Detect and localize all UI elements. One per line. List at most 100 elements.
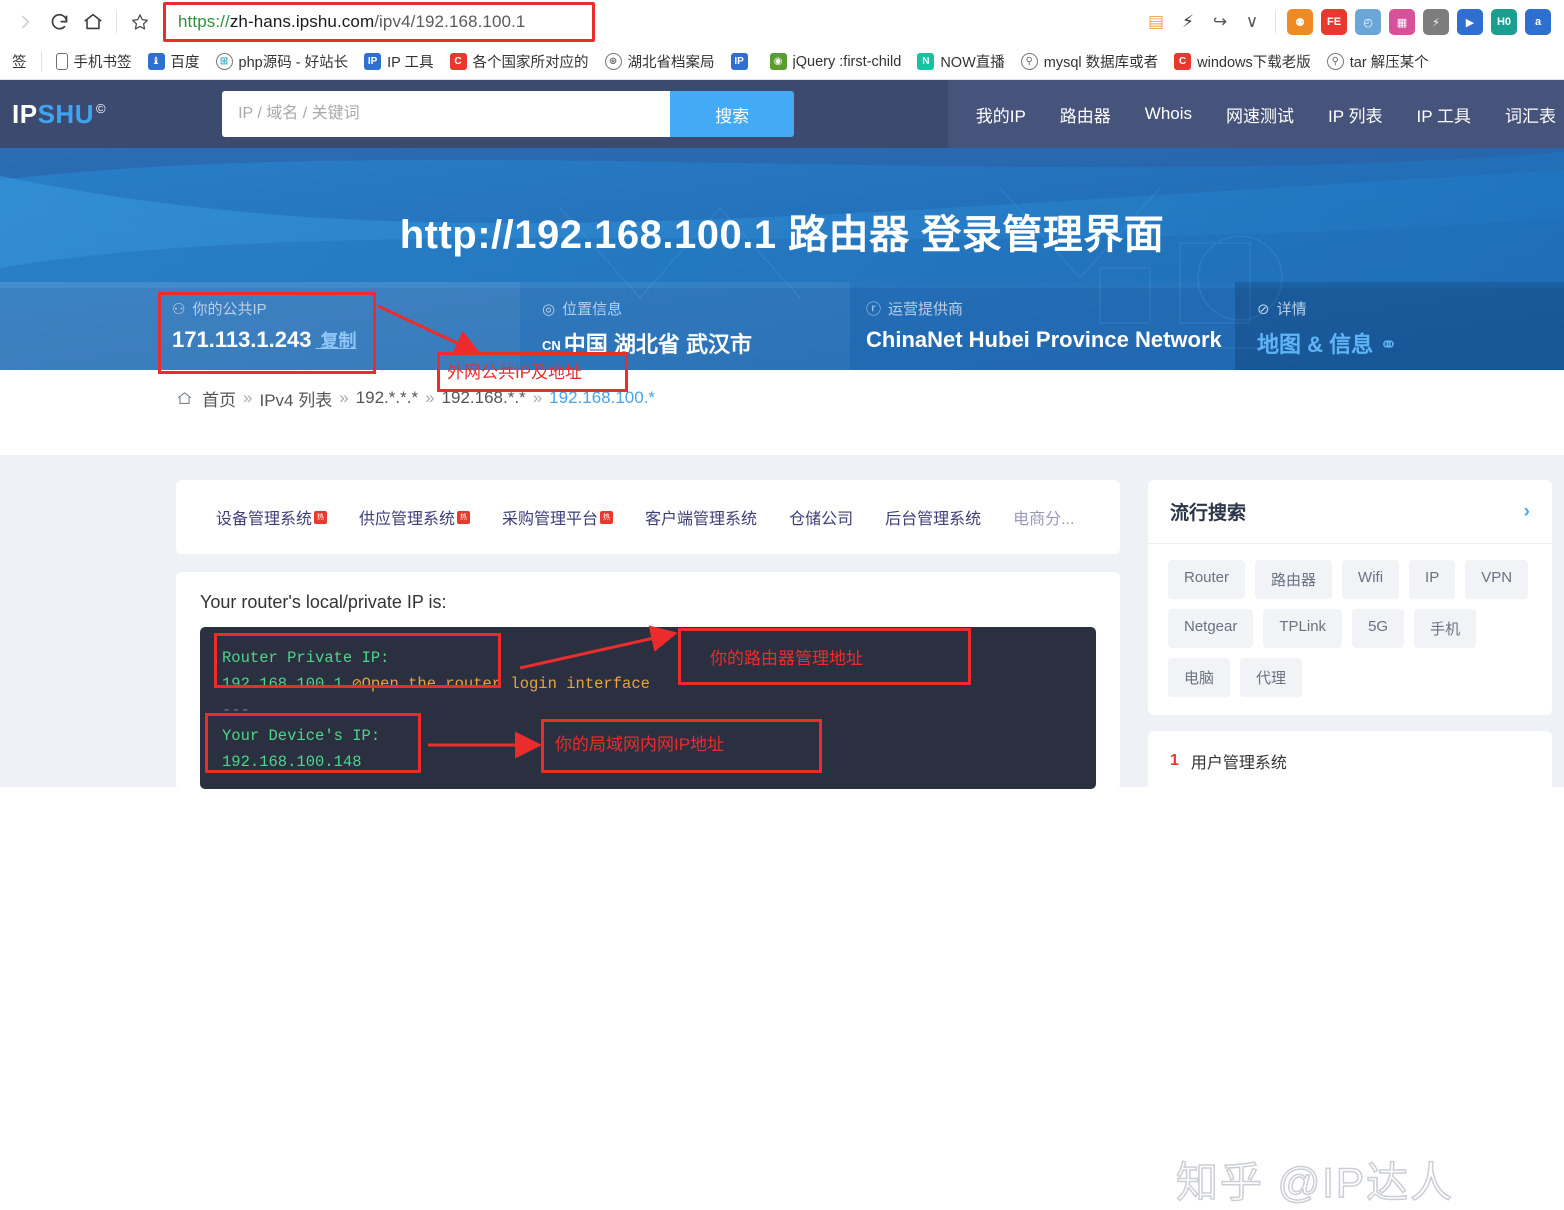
bookmark-label: 湖北省档案局 <box>627 55 715 71</box>
bookmark-item[interactable]: ⊕ 湖北省档案局 <box>597 48 723 75</box>
lightning-icon[interactable]: ⚡ <box>1173 7 1203 37</box>
nav-item-4[interactable]: 网速测试 <box>1226 102 1294 127</box>
bookmark-item[interactable]: IP <box>723 50 762 73</box>
chevron-right-icon[interactable]: › <box>1524 501 1530 523</box>
popular-tag-11[interactable]: 代理 <box>1240 658 1303 697</box>
popular-tag-10[interactable]: 电脑 <box>1168 658 1231 697</box>
jquery-icon: ◉ <box>769 53 787 70</box>
breadcrumb-home-icon[interactable] <box>176 390 193 407</box>
bookmark-item[interactable]: C 各个国家所对应的 <box>442 48 597 75</box>
info-value[interactable]: 地图 & 信息 ⚭ <box>1257 327 1564 359</box>
bookmark-label: mysql 数据库或者 <box>1043 55 1159 71</box>
bookmark-label: 签 <box>12 55 27 71</box>
globe-icon: ⊞ <box>215 53 233 70</box>
bookmark-item[interactable]: ⊞ php源码 - 好站长 <box>208 48 357 75</box>
logo-part-1: IP <box>12 98 38 129</box>
nav-item-3[interactable]: Whois <box>1145 104 1192 124</box>
nav-item-1[interactable]: 我的IP <box>976 102 1026 127</box>
info-caption-row: ⚇ 你的公共IP <box>172 298 520 319</box>
popular-tag-2[interactable]: 路由器 <box>1255 560 1333 599</box>
url-host: zh-hans.ipshu.com <box>229 12 375 31</box>
html-extension-icon[interactable]: H0 <box>1491 9 1517 35</box>
info-value: 171.113.1.243 复制 <box>172 327 357 352</box>
tab-5[interactable]: 仓储公司 <box>773 505 869 529</box>
isp-icon: ⓡ <box>866 301 882 318</box>
chevron-down-icon[interactable]: ∨ <box>1237 7 1267 37</box>
search-icon: ⚲ <box>1020 53 1038 70</box>
reading-list-icon[interactable]: ▤ <box>1141 7 1171 37</box>
popular-tag-8[interactable]: 5G <box>1352 609 1405 648</box>
hot-badge-icon: 热 <box>600 510 614 524</box>
breadcrumb-item-5[interactable]: 192.168.100.* <box>549 388 655 408</box>
ip-icon: IP <box>730 53 748 70</box>
logo-part-2: SHU <box>37 98 94 129</box>
color-palette-extension-icon[interactable]: ▦ <box>1389 9 1415 35</box>
location-icon: ◎ <box>542 300 556 318</box>
speedtest-extension-icon[interactable]: ◴ <box>1355 9 1381 35</box>
bookmark-item[interactable]: IP IP 工具 <box>356 48 441 75</box>
nav-item-7[interactable]: 词汇表 <box>1505 102 1564 127</box>
tab-6[interactable]: 后台管理系统 <box>869 505 997 529</box>
nav-item-6[interactable]: IP 工具 <box>1417 102 1471 127</box>
copy-button[interactable]: 复制 <box>315 331 356 351</box>
bookmark-star-icon[interactable] <box>123 5 157 39</box>
bookmark-label: 手机书签 <box>73 55 132 71</box>
tab-label: 供应管理系统 <box>359 511 456 528</box>
bookmark-item[interactable]: 手机书签 <box>48 48 140 75</box>
breadcrumb-item-3[interactable]: 192.*.*.* <box>356 388 418 408</box>
bookmark-item[interactable]: ⚲ mysql 数据库或者 <box>1013 48 1166 75</box>
bookmark-item[interactable]: ⚲ tar 解压某个 <box>1319 48 1437 75</box>
fe-extension-icon[interactable]: FE <box>1321 9 1347 35</box>
search-button[interactable]: 搜索 <box>670 91 795 137</box>
nav-item-5[interactable]: IP 列表 <box>1328 102 1382 127</box>
ranking-item-1[interactable]: 1 用户管理系统 <box>1170 749 1530 773</box>
popular-tag-3[interactable]: Wifi <box>1342 560 1400 599</box>
flash-extension-icon[interactable]: ⚡ <box>1423 9 1449 35</box>
router-ip-card: Your router's local/private IP is: Route… <box>176 572 1120 789</box>
popular-tag-5[interactable]: VPN <box>1465 560 1529 599</box>
nav-item-2[interactable]: 路由器 <box>1060 102 1111 127</box>
popular-tag-9[interactable]: 手机 <box>1414 609 1477 648</box>
tab-3[interactable]: 采购管理平台热 <box>486 505 629 529</box>
share-icon[interactable]: ↪ <box>1205 7 1235 37</box>
forward-extension-icon[interactable]: ▶ <box>1457 9 1483 35</box>
toolbar-extensions: ▤ ⚡ ↪ ∨ ⚉ FE ◴ ▦ ⚡ ▶ H0 a <box>1141 7 1556 37</box>
public-ip-note: 外网公共IP及地址 <box>447 363 583 382</box>
tab-7[interactable]: 电商分... <box>997 505 1090 529</box>
home-button[interactable] <box>76 5 110 39</box>
terminal-block: Router Private IP: 192.168.100.1 ⊘Open t… <box>200 627 1096 789</box>
bookmark-item[interactable]: N NOW直播 <box>909 48 1012 75</box>
info-segment-1: ⚇ 你的公共IP 171.113.1.243 复制 <box>0 282 520 370</box>
address-bar[interactable]: https://zh-hans.ipshu.com/ipv4/192.168.1… <box>163 2 595 42</box>
popular-tag-7[interactable]: TPLink <box>1263 609 1343 648</box>
tab-2[interactable]: 供应管理系统热 <box>343 505 486 529</box>
c-icon: C <box>449 53 467 70</box>
link-icon[interactable]: ⚭ <box>1373 332 1397 357</box>
game-extension-icon[interactable]: ⚉ <box>1287 9 1313 35</box>
bookmark-item[interactable]: ♝ 百度 <box>140 48 208 75</box>
amazon-extension-icon[interactable]: a <box>1525 9 1551 35</box>
hot-badge-icon: 热 <box>457 510 471 524</box>
bookmark-item[interactable]: Cwindows下载老版 <box>1166 48 1319 75</box>
tab-label: 采购管理平台 <box>502 511 599 528</box>
search-input[interactable] <box>222 91 671 137</box>
bookmark-item[interactable]: 签 <box>4 48 35 75</box>
popular-tag-6[interactable]: Netgear <box>1168 609 1254 648</box>
tab-4[interactable]: 客户端管理系统 <box>629 505 773 529</box>
popular-tag-1[interactable]: Router <box>1168 560 1246 599</box>
country-code: CN <box>542 338 561 353</box>
ranking-card: 1 用户管理系统 <box>1148 731 1552 791</box>
ranking-label: 用户管理系统 <box>1190 755 1287 772</box>
breadcrumb-item-2[interactable]: IPv4 列表 <box>259 386 332 411</box>
reload-button[interactable] <box>42 5 76 39</box>
breadcrumb-item-4[interactable]: 192.168.*.* <box>442 388 526 408</box>
router-login-link[interactable]: Open the router login interface <box>362 675 650 693</box>
terminal-divider: --- <box>222 701 250 719</box>
bookmark-item[interactable]: ◉ jQuery :first-child <box>762 50 910 73</box>
popular-tag-4[interactable]: IP <box>1409 560 1456 599</box>
breadcrumb-item-1[interactable]: 首页 <box>202 386 236 411</box>
site-logo[interactable]: IPSHU © <box>12 99 106 130</box>
tab-1[interactable]: 设备管理系统热 <box>200 505 343 529</box>
forward-button[interactable] <box>8 5 42 39</box>
sidebar-column: 流行搜索 › Router 路由器 Wifi IP VPN Netgear TPLink 5G… <box>1148 480 1552 791</box>
